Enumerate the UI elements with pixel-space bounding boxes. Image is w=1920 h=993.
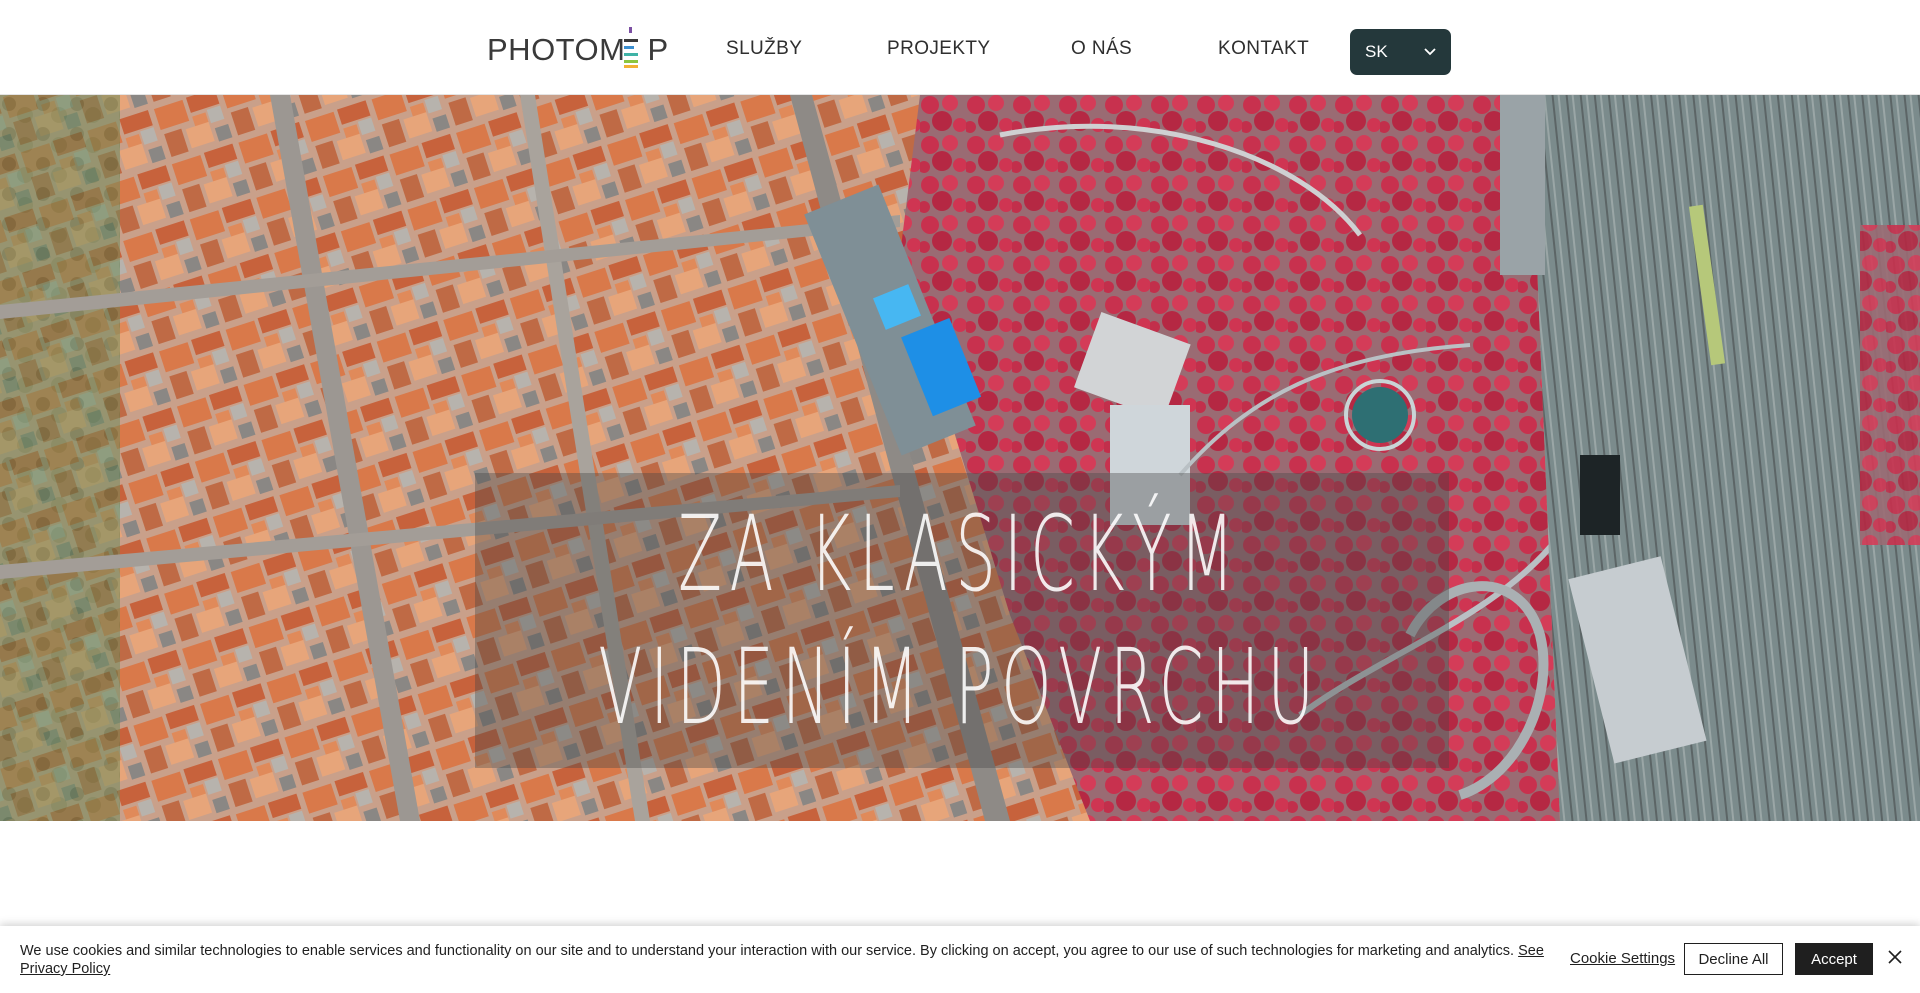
cookie-message-text: We use cookies and similar technologies … [20,943,1515,959]
language-select[interactable]: SK [1350,29,1451,75]
close-icon[interactable] [1888,950,1902,964]
cookie-banner: We use cookies and similar technologies … [0,926,1920,993]
logo-mark-icon [624,27,638,68]
nav-item-o-nas[interactable]: O NÁS [1071,38,1132,60]
hero-banner: ZA KLASICKÝM VIDENÍM POVRCHU [0,95,1920,821]
logo-wordmark: PHOTOM P [487,32,669,67]
language-value: SK [1365,42,1388,61]
nav-item-projekty[interactable]: PROJEKTY [887,38,991,60]
hero-headline-line2: VIDENÍM POVRCHU [598,626,1322,748]
nav-item-kontakt[interactable]: KONTAKT [1218,38,1309,60]
photomap-logo[interactable]: PHOTOM P [487,27,669,69]
hero-headline-line1: ZA KLASICKÝM [677,493,1243,615]
decline-all-button[interactable]: Decline All [1684,943,1783,975]
nav-item-sluzby[interactable]: SLUŽBY [726,38,802,60]
cookie-message: We use cookies and similar technologies … [20,942,1550,978]
cookie-settings-link[interactable]: Cookie Settings [1570,950,1675,967]
chevron-down-icon [1424,48,1436,56]
site-header: PHOTOM P SLUŽBY PROJEKTY O NÁS KONTAKT SK [0,0,1920,95]
accept-button[interactable]: Accept [1795,943,1873,975]
